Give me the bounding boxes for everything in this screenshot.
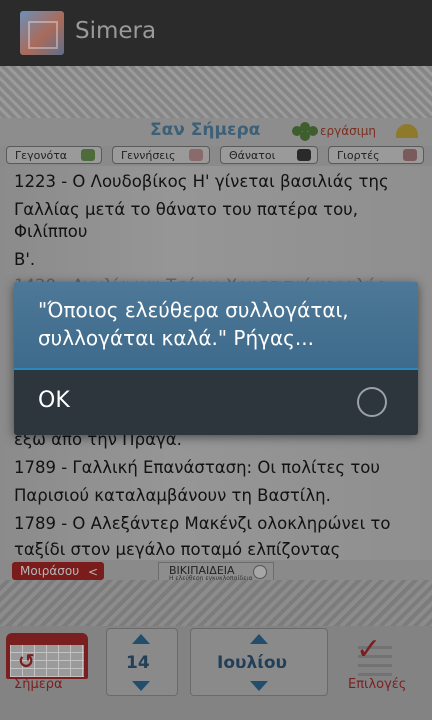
dialog-message: "Όποιος ελεύθερα συλλογάται, συλλογάται … (38, 298, 349, 350)
day-value: 14 (126, 653, 150, 673)
header-banner-image (0, 66, 432, 120)
dialog-ok-label: OK (38, 388, 70, 413)
dialog-message-area: "Όποιος ελεύθερα συλλογάται, συλλογάται … (14, 282, 418, 368)
share-button[interactable]: Μοιράσου < (12, 562, 104, 580)
baby-icon (189, 149, 203, 161)
event-line: ταξίδι στον μεγάλο ποταμό ελπίζοντας (14, 540, 341, 559)
footer-banner-image (0, 580, 432, 626)
month-down-arrow-icon[interactable] (250, 681, 268, 691)
checkmark-icon: ✓ (356, 632, 382, 667)
event-line: 1223 - Ο Λουδοβίκος Η' γίνεται βασιλιάς … (14, 172, 389, 191)
quote-dialog: "Όποιος ελεύθερα συλλογάται, συλλογάται … (14, 282, 418, 435)
people-icon (403, 149, 417, 161)
tab-deaths-label: Θάνατοι (229, 149, 276, 162)
event-line: 1789 - Ο Αλεξάντερ Μακένζι ολοκληρώνει τ… (14, 514, 391, 533)
event-line: Παρισιού καταλαμβάνουν τη Βαστίλη. (14, 486, 331, 505)
day-picker[interactable]: 14 (106, 628, 178, 696)
workday-label: εργάσιμη (320, 124, 377, 138)
action-bar: Simera (0, 0, 432, 66)
event-line: Φιλίππου (14, 222, 88, 241)
refresh-arrow-icon: ↺ (18, 649, 35, 673)
bottom-bar: ↺ Σήμερα 14 Ιουλίου ✓ Επιλογές (0, 626, 432, 720)
wikipedia-globe-icon (253, 565, 267, 579)
tab-deaths[interactable]: Θάνατοι (220, 146, 318, 164)
event-line: Γαλλίας μετά το θάνατο του πατέρα του, (14, 200, 358, 219)
month-up-arrow-icon[interactable] (250, 634, 268, 644)
tab-births[interactable]: Γεννήσεις (112, 146, 210, 164)
day-up-arrow-icon[interactable] (132, 634, 150, 644)
tab-namedays-label: Γιορτές (337, 149, 380, 162)
options-checklist-icon[interactable]: ✓ (352, 632, 392, 676)
calendar-today-icon[interactable]: ↺ (6, 633, 88, 679)
app-icon[interactable] (20, 11, 64, 55)
event-line: Β'. (14, 250, 36, 269)
day-down-arrow-icon[interactable] (132, 681, 150, 691)
radio-button[interactable] (357, 387, 387, 417)
header-title: Σαν Σήμερα (150, 120, 261, 140)
share-icon: < (87, 565, 98, 579)
month-value: Ιουλίου (217, 653, 288, 673)
tab-events[interactable]: Γεγονότα (6, 146, 102, 164)
month-picker[interactable]: Ιουλίου (190, 628, 328, 696)
app-title: Simera (75, 18, 157, 44)
tab-events-label: Γεγονότα (15, 149, 68, 162)
sun-icon (396, 124, 418, 138)
grim-reaper-icon (297, 149, 311, 161)
today-label[interactable]: Σήμερα (14, 677, 63, 692)
tab-namedays[interactable]: Γιορτές (328, 146, 424, 164)
share-label: Μοιράσου (20, 564, 80, 578)
tab-births-label: Γεννήσεις (121, 149, 176, 162)
money-icon (81, 149, 95, 161)
header-row: Σαν Σήμερα εργάσιμη (0, 118, 432, 146)
dialog-ok-item[interactable]: OK (14, 370, 418, 435)
options-label[interactable]: Επιλογές (348, 677, 406, 692)
event-line: 1789 - Γαλλική Επανάσταση: Οι πολίτες το… (14, 458, 380, 477)
clover-icon (292, 122, 320, 142)
